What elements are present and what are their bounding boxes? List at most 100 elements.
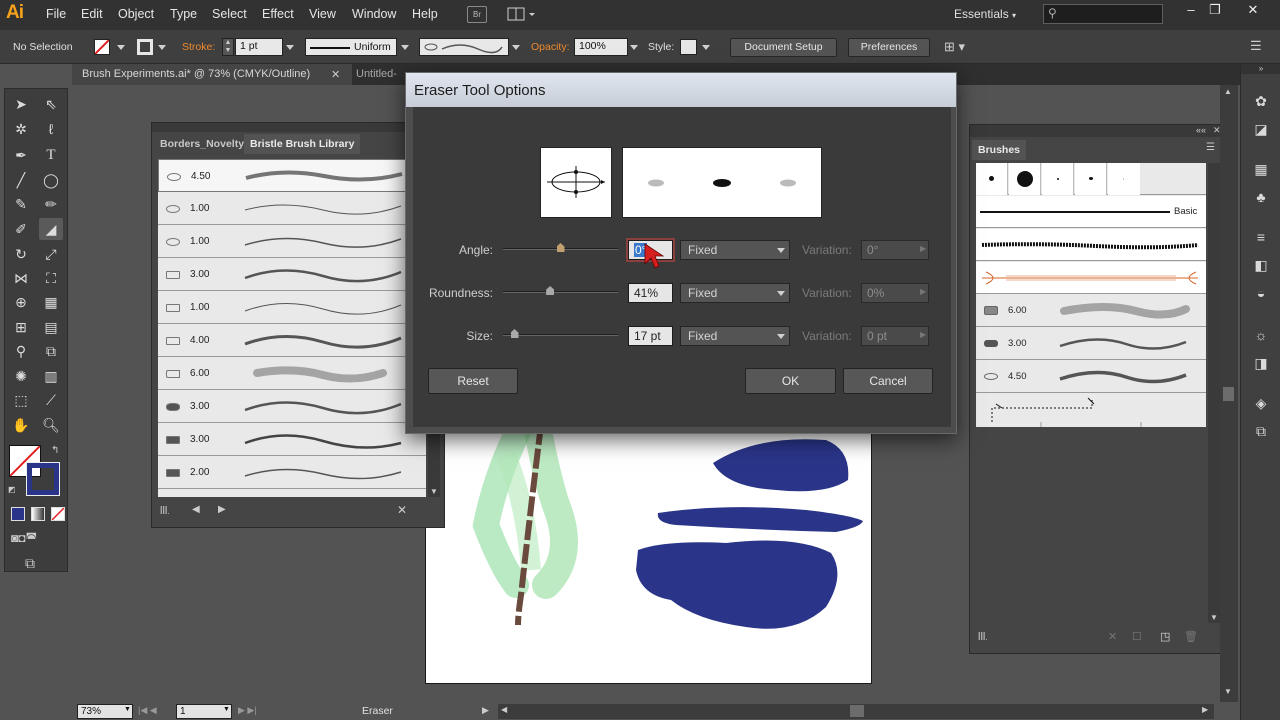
- pencil-tool-icon[interactable]: ✏: [39, 193, 63, 215]
- artboard[interactable]: [425, 394, 872, 684]
- new-brush-icon[interactable]: ◳: [1160, 630, 1170, 643]
- fill-swatch[interactable]: [94, 39, 110, 55]
- symbol-sprayer-tool-icon[interactable]: ✺: [9, 365, 33, 387]
- ok-button[interactable]: OK: [745, 368, 836, 394]
- roundness-field[interactable]: 41%: [628, 283, 673, 303]
- workspace-switcher[interactable]: Essentials ▾: [954, 7, 1016, 21]
- tab-bristle-brush-library[interactable]: Bristle Brush Library: [244, 134, 361, 154]
- stroke-label[interactable]: Stroke:: [182, 41, 215, 53]
- artboard-number-field[interactable]: 1 ▼: [176, 704, 232, 719]
- slice-tool-icon[interactable]: ⟋: [39, 389, 63, 411]
- previous-library-icon[interactable]: ◀: [192, 504, 200, 515]
- zoom-field[interactable]: 73% ▼: [77, 704, 133, 719]
- list-item[interactable]: Basic: [976, 196, 1206, 228]
- type-tool-icon[interactable]: T: [39, 144, 63, 166]
- direct-selection-tool-icon[interactable]: ⇖: [39, 93, 63, 115]
- slider-knob[interactable]: [556, 243, 565, 252]
- arrange-options-icon[interactable]: ⊞ ▾: [944, 39, 965, 55]
- brush-swatch[interactable]: [1009, 163, 1041, 195]
- stroke-dropdown-icon[interactable]: [158, 45, 166, 50]
- menu-type[interactable]: Type: [170, 7, 197, 21]
- list-item[interactable]: [976, 229, 1206, 261]
- menu-edit[interactable]: Edit: [81, 7, 103, 21]
- swap-colors-icon[interactable]: ↰: [51, 445, 59, 456]
- layers-panel-icon[interactable]: ◈: [1252, 394, 1270, 412]
- list-item[interactable]: 3.00: [158, 423, 426, 456]
- swatches-panel-icon[interactable]: ▦: [1252, 160, 1270, 178]
- opacity-field[interactable]: 100%: [574, 38, 628, 56]
- color-guide-icon[interactable]: ◪: [1252, 120, 1270, 138]
- list-item[interactable]: 6.00: [158, 357, 426, 390]
- tools-icon[interactable]: ✕: [397, 503, 407, 517]
- dock-collapse-icon[interactable]: »: [1241, 64, 1280, 74]
- blend-tool-icon[interactable]: ⧉: [39, 340, 63, 362]
- cancel-button[interactable]: Cancel: [843, 368, 933, 394]
- shape-builder-tool-icon[interactable]: ⊕: [9, 291, 33, 313]
- selection-tool-icon[interactable]: ➤: [9, 93, 33, 115]
- scale-tool-icon[interactable]: ⤢: [39, 243, 63, 265]
- brush-swatch[interactable]: [1108, 163, 1140, 195]
- scroll-thumb[interactable]: [1223, 387, 1234, 401]
- first-artboard-icon[interactable]: |◀ ◀: [138, 705, 157, 716]
- arrange-documents-button[interactable]: [507, 6, 537, 23]
- scroll-down-icon[interactable]: ▼: [430, 487, 438, 496]
- collapse-panel-icon[interactable]: ««: [1196, 125, 1206, 135]
- document-setup-button[interactable]: Document Setup: [730, 38, 837, 57]
- canvas-horizontal-scrollbar[interactable]: ◀ ▶: [498, 704, 1214, 719]
- list-item[interactable]: [976, 394, 1206, 427]
- slider-knob[interactable]: [510, 329, 519, 338]
- brush-libraries-menu-icon[interactable]: lll.: [160, 505, 170, 517]
- list-item[interactable]: 4.50: [158, 159, 426, 192]
- blob-brush-tool-icon[interactable]: ✐: [9, 218, 33, 240]
- list-item[interactable]: 1.00: [158, 192, 426, 225]
- next-library-icon[interactable]: ▶: [218, 504, 226, 515]
- tab-untitled[interactable]: Untitled-: [346, 64, 406, 85]
- roundness-mode-select[interactable]: Fixed: [680, 283, 790, 303]
- brush-options-icon[interactable]: ☐: [1132, 630, 1142, 643]
- scroll-thumb[interactable]: [850, 705, 864, 717]
- artboard-tool-icon[interactable]: ⬚: [9, 389, 33, 411]
- tab-brushes[interactable]: Brushes: [972, 140, 1027, 160]
- graphic-styles-panel-icon[interactable]: ◨: [1252, 354, 1270, 372]
- reset-button[interactable]: Reset: [428, 368, 518, 394]
- magic-wand-tool-icon[interactable]: ✲: [9, 118, 33, 140]
- remove-brush-stroke-icon[interactable]: ✕: [1108, 630, 1117, 643]
- opacity-label[interactable]: Opacity:: [531, 41, 570, 53]
- angle-slider[interactable]: [503, 239, 618, 259]
- list-item[interactable]: 3.00: [976, 328, 1206, 360]
- lasso-tool-icon[interactable]: ℓ: [39, 118, 63, 140]
- panel-menu-icon[interactable]: ☰: [1250, 38, 1262, 54]
- menu-object[interactable]: Object: [118, 7, 154, 21]
- color-panel-icon[interactable]: ✿: [1252, 92, 1270, 110]
- status-menu-icon[interactable]: ▶: [482, 705, 489, 716]
- artboards-panel-icon[interactable]: ⧉: [1252, 422, 1270, 440]
- zoom-tool-icon[interactable]: 🔍︎: [39, 414, 63, 436]
- list-item[interactable]: 1.00: [158, 291, 426, 324]
- fill-dropdown-icon[interactable]: [117, 45, 125, 50]
- scroll-down-icon[interactable]: ▼: [1224, 687, 1232, 696]
- symbols-panel-icon[interactable]: ♣: [1252, 188, 1270, 206]
- brush-swatch[interactable]: [1075, 163, 1107, 195]
- stroke-weight-dropdown-icon[interactable]: [286, 45, 294, 50]
- roundness-slider[interactable]: [503, 282, 618, 302]
- list-item[interactable]: 3.00: [158, 390, 426, 423]
- ellipse-tool-icon[interactable]: ◯: [39, 169, 63, 191]
- stroke-stepper[interactable]: ▲ ▼: [222, 38, 234, 56]
- perspective-grid-tool-icon[interactable]: ▦: [39, 291, 63, 313]
- appearance-panel-icon[interactable]: ☼: [1252, 326, 1270, 344]
- preferences-button[interactable]: Preferences: [848, 38, 930, 57]
- menu-effect[interactable]: Effect: [262, 7, 294, 21]
- eraser-tool-icon[interactable]: ◢: [39, 218, 63, 240]
- close-window-button[interactable]: ✕: [1238, 2, 1268, 22]
- screen-mode-icon[interactable]: ⧉: [25, 555, 35, 572]
- none-mode-icon[interactable]: [51, 507, 65, 521]
- help-search-input[interactable]: ⚲: [1043, 4, 1163, 24]
- size-slider[interactable]: [503, 325, 618, 345]
- brush-swatch[interactable]: [1042, 163, 1074, 195]
- menu-help[interactable]: Help: [412, 7, 438, 21]
- list-item[interactable]: 4.00: [158, 324, 426, 357]
- width-tool-icon[interactable]: ⋈: [9, 267, 33, 289]
- brush-definition[interactable]: [419, 38, 509, 56]
- stroke-color-box[interactable]: [26, 462, 60, 496]
- draw-mode-icons[interactable]: ◙◘◚: [11, 531, 37, 545]
